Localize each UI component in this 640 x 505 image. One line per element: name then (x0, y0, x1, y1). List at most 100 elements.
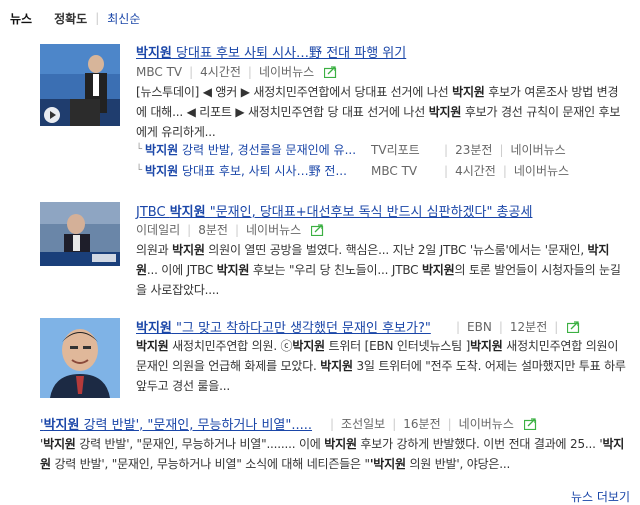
news-sort-tabs: 뉴스 정확도 | 최신순 (10, 8, 140, 28)
share-icon[interactable] (311, 223, 325, 236)
meta-divider: | (247, 64, 252, 79)
summary-text: 의원이 열띤 공방을 벌였다. 핵심은... 지난 2일 JTBC '뉴스룸'에… (204, 243, 588, 257)
news-meta: | 조선일보 | 16분전 | 네이버뉴스 (330, 415, 538, 432)
more-news-link[interactable]: 뉴스 더보기 (571, 488, 630, 505)
summary-text: 강력 반발', "문재인, 무능하거나 비열"........ 이에 (75, 437, 325, 451)
naver-news-link[interactable]: 네이버뉴스 (259, 63, 314, 80)
meta-divider: | (499, 142, 504, 157)
news-photo-icon (40, 44, 120, 126)
news-summary: [뉴스투데이] ◀ 앵커 ▶ 새정치민주연합에서 당대표 선거에 나선 박지원 … (136, 82, 626, 142)
reply-arrow-icon: └ (136, 144, 143, 155)
news-time: 12분전 (509, 320, 548, 334)
naver-news-link[interactable]: 네이버뉴스 (246, 221, 301, 238)
summary-text: 의원 반발', 야당은... (405, 457, 511, 471)
share-icon[interactable] (324, 65, 338, 78)
summary-text: 후보가 강하게 반발했다. 이번 전대 결과에 25... ' (356, 437, 603, 451)
summary-keyword: '박지원 (369, 457, 406, 471)
summary-keyword: 박지원 (421, 263, 455, 277)
title-keyword: 박지원 (169, 205, 206, 220)
summary-text: 후보는 "우리 당 친노들이... JTBC (249, 263, 422, 277)
meta-divider: | (447, 416, 452, 431)
title-keyword: 박지원 (136, 46, 172, 61)
news-time: 4시간전 (200, 65, 241, 79)
news-meta: MBC TV | 4시간전 | 네이버뉴스 (136, 63, 338, 80)
title-text: "문재인, 당대표+대선후보 독식 반드시 심판하겠다" 총공세 (205, 205, 533, 220)
title-text: 당대표 후보, 사퇴 시사…野 전... (178, 164, 347, 178)
meta-divider: | (444, 163, 449, 178)
meta-divider: | (187, 222, 192, 237)
meta-divider: | (502, 163, 507, 178)
news-source[interactable]: EBN (467, 320, 492, 334)
meta-divider: | (444, 142, 449, 157)
summary-keyword: 박지원 (216, 263, 250, 277)
summary-text: [뉴스투데이] ◀ 앵커 ▶ 새정치민주연합에서 당대표 선거에 나선 (136, 85, 453, 99)
news-meta: 이데일리 | 8분전 | 네이버뉴스 (136, 221, 325, 238)
news-thumbnail[interactable] (40, 318, 120, 398)
news-title-link[interactable]: 박지원 당대표 후보 사퇴 시사…野 전대 파행 위기 (136, 42, 406, 61)
related-news-item: └ 박지원 당대표 후보, 사퇴 시사…野 전... MBC TV | 4시간전… (136, 162, 569, 179)
naver-news-link[interactable]: 네이버뉴스 (459, 415, 514, 432)
meta-divider: | (189, 64, 194, 79)
title-text: "그 맞고 착하다고만 생각했던 문재인 후보가?" (171, 321, 431, 336)
title-keyword: 박지원 (136, 321, 172, 336)
related-news-source[interactable]: MBC TV (371, 164, 437, 178)
title-keyword: 박지원 (145, 143, 179, 157)
related-news-time: 4시간전 (455, 164, 496, 178)
reply-arrow-icon: └ (136, 165, 143, 176)
summary-text: 새정치민주연합 의원. ⓒ (168, 339, 293, 353)
related-news-title[interactable]: 박지원 강력 반발, 경선룰을 문재인에 유... (145, 141, 371, 158)
title-text: 강력 반발', "문재인, 무능하거나 비열"..... (79, 418, 313, 433)
share-icon[interactable] (567, 320, 581, 333)
title-text: 당대표 후보 사퇴 시사…野 전대 파행 위기 (171, 46, 407, 61)
summary-text: 강력 반발', "문재인, 무능하거나 비열" 소식에 대해 네티즌들은 " (50, 457, 370, 471)
summary-text: ... 이에 JTBC (146, 263, 217, 277)
news-photo-icon (40, 202, 120, 266)
tab-news[interactable]: 뉴스 (10, 10, 32, 27)
news-source[interactable]: MBC TV (136, 65, 182, 79)
summary-keyword: 박지원 (428, 105, 462, 119)
meta-divider: | (330, 416, 335, 431)
naver-news-link[interactable]: 네이버뉴스 (514, 162, 569, 179)
related-news-time: 23분전 (455, 143, 493, 157)
news-time: 16분전 (403, 417, 441, 431)
tab-accuracy[interactable]: 정확도 (54, 10, 87, 27)
summary-keyword: 박지원 (292, 339, 325, 353)
news-title-link[interactable]: 박지원 "그 맞고 착하다고만 생각했던 문재인 후보가?" (136, 317, 431, 336)
summary-keyword: 박지원 (136, 339, 169, 353)
related-news-source[interactable]: TV리포트 (371, 141, 437, 158)
news-photo-icon (40, 318, 120, 398)
related-news-title[interactable]: 박지원 당대표 후보, 사퇴 시사…野 전... (145, 162, 371, 179)
news-title-link[interactable]: '박지원 강력 반발', "문재인, 무능하거나 비열"..... (40, 414, 312, 433)
meta-divider: | (498, 319, 503, 334)
summary-keyword: 박지원 (43, 437, 76, 451)
meta-divider: | (392, 416, 397, 431)
tab-divider: | (95, 11, 100, 25)
title-keyword: 박지원 (43, 418, 80, 433)
title-text: 강력 반발, 경선룰을 문재인에 유... (178, 143, 357, 157)
tab-latest[interactable]: 최신순 (107, 10, 140, 27)
summary-keyword: 박지원 (172, 243, 205, 257)
summary-text: 의원과 (136, 243, 173, 257)
title-prefix: JTBC (136, 205, 170, 220)
news-summary: 의원과 박지원 의원이 열띤 공방을 벌였다. 핵심은... 지난 2일 JTB… (136, 240, 626, 300)
news-title-link[interactable]: JTBC 박지원 "문재인, 당대표+대선후보 독식 반드시 심판하겠다" 총공… (136, 201, 532, 220)
meta-divider: | (234, 222, 239, 237)
summary-keyword: 박지원 (452, 85, 485, 99)
summary-text: 트위터 [EBN 인터넷뉴스팀 ] (324, 339, 471, 353)
news-source[interactable]: 이데일리 (136, 221, 180, 238)
news-time: 8분전 (198, 223, 228, 237)
share-icon[interactable] (523, 417, 538, 430)
summary-keyword: 박지원 (470, 339, 503, 353)
meta-divider: | (554, 319, 559, 334)
summary-keyword: 박지원 (324, 437, 357, 451)
news-summary: 박지원 새정치민주연합 의원. ⓒ박지원 트위터 [EBN 인터넷뉴스팀 ]박지… (136, 336, 626, 396)
summary-keyword: 박지원 (320, 359, 353, 373)
related-news-item: └ 박지원 강력 반발, 경선룰을 문재인에 유... TV리포트 | 23분전… (136, 141, 566, 158)
news-summary: '박지원 강력 반발', "문재인, 무능하거나 비열"........ 이에 … (40, 434, 626, 474)
naver-news-link[interactable]: 네이버뉴스 (510, 141, 565, 158)
news-thumbnail[interactable] (40, 202, 120, 266)
news-thumbnail[interactable] (40, 44, 120, 126)
news-source[interactable]: 조선일보 (341, 415, 385, 432)
news-meta: | EBN | 12분전 | (456, 318, 581, 335)
meta-divider: | (456, 319, 461, 334)
